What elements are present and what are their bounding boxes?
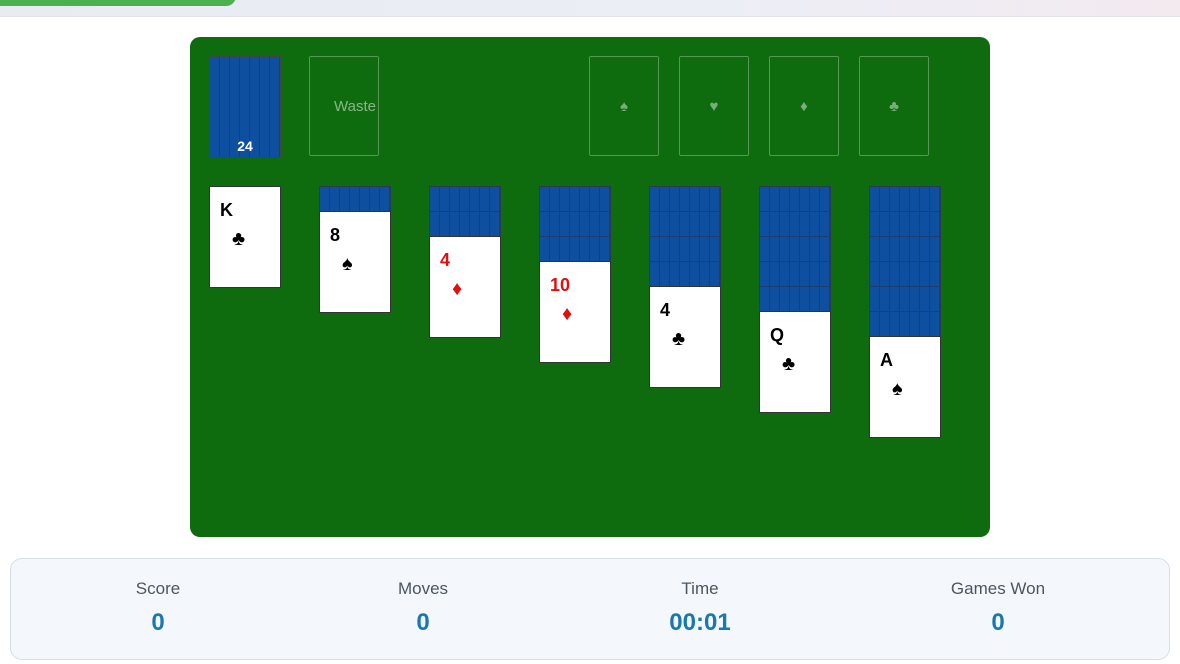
card-rank: 10: [550, 275, 571, 295]
card-suit-icon: ♣: [672, 328, 686, 350]
card-rank: 4: [660, 300, 671, 320]
score-label: Score: [135, 579, 181, 598]
foundation-hearts[interactable]: ♥: [679, 56, 749, 156]
games-won-value: 0: [991, 609, 1005, 636]
top-button[interactable]: [0, 0, 236, 6]
card-suit-icon: ♣: [782, 353, 796, 375]
face-down-stack: [869, 186, 941, 338]
tableau-card[interactable]: 4 ♣: [649, 286, 721, 388]
card-rank: K: [220, 200, 233, 220]
card-suit-icon: ♦: [452, 278, 463, 300]
stats-panel: Score 0 Moves 0 Time 00:01 Games Won 0: [10, 558, 1170, 660]
moves-stat: Moves 0: [323, 577, 523, 637]
waste-pile[interactable]: Waste: [309, 56, 379, 156]
face-down-stack: [319, 186, 391, 213]
top-strip: [0, 0, 1180, 17]
face-down-stack: [759, 186, 831, 313]
games-won-stat: Games Won 0: [898, 577, 1098, 637]
score-stat: Score 0: [58, 577, 258, 637]
tableau-card[interactable]: 8 ♠: [319, 211, 391, 313]
face-down-stack: [429, 186, 501, 238]
tableau-card[interactable]: K ♣: [209, 186, 281, 288]
card-rank: 8: [330, 225, 341, 245]
moves-value: 0: [416, 609, 430, 636]
tableau-card[interactable]: 10 ♦: [539, 261, 611, 363]
stock-count: 24: [237, 138, 253, 154]
game-table: 24 Waste ♠ ♥ ♦ ♣ K ♣ 8 ♠ 4 ♦ 10 ♦ 4 ♣ Q ♣ A ♠: [190, 37, 990, 537]
time-value: 00:01: [669, 609, 731, 636]
card-rank: Q: [770, 325, 785, 345]
score-value: 0: [151, 609, 165, 636]
tableau-card[interactable]: A ♠: [869, 336, 941, 438]
diamond-icon: ♦: [800, 97, 808, 115]
foundation-diamonds[interactable]: ♦: [769, 56, 839, 156]
waste-label: Waste: [334, 97, 376, 115]
club-icon: ♣: [889, 97, 899, 115]
time-label: Time: [681, 579, 719, 598]
face-down-stack: [539, 186, 611, 263]
spade-icon: ♠: [620, 97, 628, 115]
card-suit-icon: ♦: [562, 303, 573, 325]
heart-icon: ♥: [709, 97, 719, 115]
face-down-stack: [649, 186, 721, 288]
time-stat: Time 00:01: [600, 577, 800, 637]
tableau-card[interactable]: Q ♣: [759, 311, 831, 413]
card-suit-icon: ♣: [232, 228, 246, 250]
tableau-card[interactable]: 4 ♦: [429, 236, 501, 338]
games-won-label: Games Won: [950, 579, 1046, 598]
card-rank: 4: [440, 250, 451, 270]
stock-pile[interactable]: 24: [209, 56, 281, 158]
moves-label: Moves: [397, 579, 449, 598]
foundation-spades[interactable]: ♠: [589, 56, 659, 156]
card-suit-icon: ♠: [342, 253, 353, 275]
card-suit-icon: ♠: [892, 378, 903, 400]
card-rank: A: [880, 350, 893, 370]
foundation-clubs[interactable]: ♣: [859, 56, 929, 156]
